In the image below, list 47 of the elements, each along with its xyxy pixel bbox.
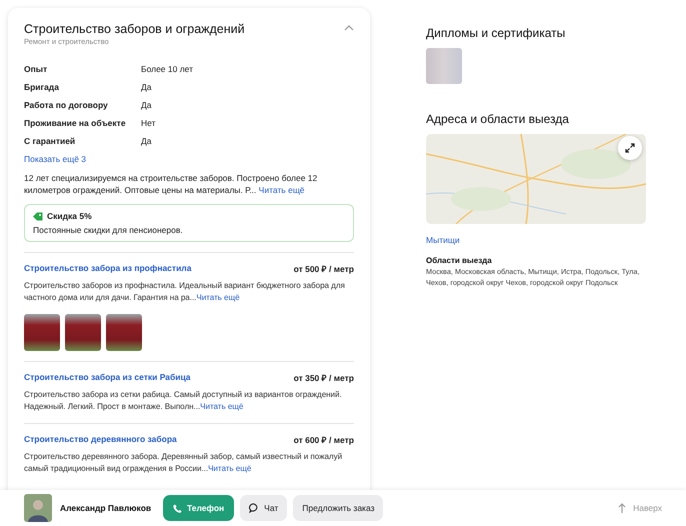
- areas-title: Области выезда: [426, 256, 493, 265]
- certificate-thumbnail[interactable]: [426, 48, 462, 84]
- read-more-link[interactable]: Читать ещё: [196, 293, 240, 302]
- service-price: от 500 ₽ / метр: [294, 263, 354, 274]
- attribute-label: Работа по договору: [24, 100, 109, 110]
- expand-icon: [625, 143, 635, 153]
- service-price: от 350 ₽ / метр: [294, 372, 354, 383]
- discount-title: Скидка 5%: [47, 211, 92, 221]
- collapse-chevron-icon[interactable]: [344, 25, 354, 31]
- user-name: Александр Павлюков: [60, 503, 152, 513]
- address-link[interactable]: Мытищи: [426, 235, 648, 245]
- attribute-label: Проживание на объекте: [24, 118, 127, 128]
- attribute-label: Бригада: [24, 82, 60, 92]
- service-name-link[interactable]: Строительство забора из профнастила: [24, 263, 192, 274]
- up-arrow-icon: [618, 503, 626, 513]
- photo-placeholder[interactable]: [24, 314, 60, 351]
- read-more-link[interactable]: Читать ещё: [200, 402, 244, 411]
- attribute-label: С гарантией: [24, 136, 76, 146]
- section-heading: Адреса и области выезда: [426, 112, 570, 126]
- tag-icon: [33, 212, 43, 220]
- service-name-link[interactable]: Строительство деревянного забора: [24, 434, 177, 445]
- attribute-value: Более 10 лет: [141, 64, 194, 74]
- phone-icon: [173, 504, 182, 512]
- attribute-label: Опыт: [24, 64, 48, 74]
- chat-button[interactable]: Чат: [240, 495, 288, 521]
- chat-bubble-icon: [249, 503, 260, 513]
- card-title: Строительство заборов и ограждений: [24, 22, 245, 36]
- photo-placeholder[interactable]: [106, 314, 142, 351]
- section-heading: Дипломы и сертификаты: [426, 26, 566, 40]
- discount-text: Постоянные скидки для пенсионеров.: [33, 225, 184, 235]
- attribute-value: Да: [141, 100, 152, 110]
- service-name-link[interactable]: Строительство забора из сетки Рабица: [24, 372, 191, 383]
- read-more-link[interactable]: Читать ещё: [208, 464, 252, 473]
- avatar-icon: [24, 494, 52, 522]
- phone-button[interactable]: Телефон: [163, 495, 234, 521]
- attribute-value: Да: [141, 136, 152, 146]
- photo-placeholder[interactable]: [65, 314, 101, 351]
- service-description: Строительство забора из сетки рабица. Самый доступный из вариантов ограждений. Надежный. Легкий. Прост в монтаже. Выполн...Читать ещё: [24, 389, 343, 413]
- description-text: 12 лет специализируемся на строительстве заборов. Построено более 12 километров ограждений. Оптовые цены на материалы. Р... Читать ещё: [24, 172, 318, 196]
- attribute-value: Нет: [141, 118, 156, 128]
- service-description: Строительство деревянного забора. Деревянный забор, самый известный и пожалуй самый традиционный вид ограждения в России...Читать ещё: [24, 451, 344, 475]
- service-description: Строительство заборов из профнастила. Идеальный вариант бюджетного забора для частного дома или для дачи. Гарантия на ра...Читать ещё: [24, 280, 346, 304]
- read-more-link[interactable]: Читать ещё: [258, 185, 305, 195]
- offer-button[interactable]: Предложить заказ: [293, 495, 384, 521]
- attribute-value: Да: [141, 82, 152, 92]
- show-more-link[interactable]: Показать ещё 3: [24, 154, 354, 164]
- service-price: от 600 ₽ / метр: [294, 434, 354, 445]
